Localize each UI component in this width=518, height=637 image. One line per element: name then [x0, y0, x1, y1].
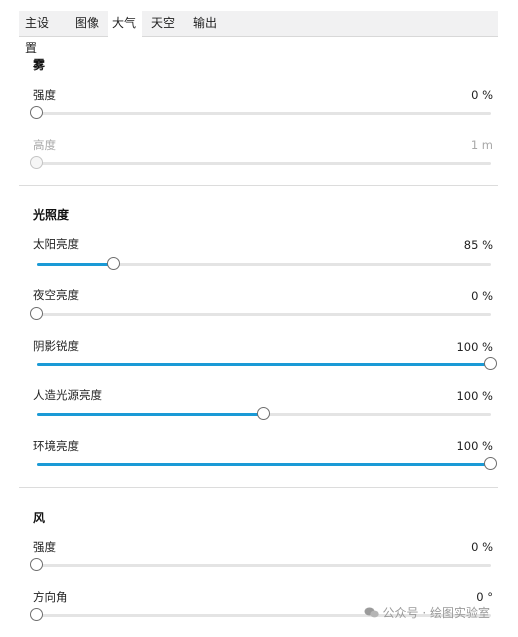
- tab-atmosphere[interactable]: 大气: [108, 11, 142, 37]
- ambient-brightness-slider-fill: [37, 463, 491, 466]
- fog-height-slider: [30, 156, 491, 169]
- wind-section-title: 风: [33, 511, 46, 525]
- wechat-icon: [364, 607, 379, 618]
- fog-strength-label: 强度: [33, 88, 56, 102]
- artificial-light-brightness-slider[interactable]: [37, 407, 491, 420]
- artificial-light-brightness-slider-thumb[interactable]: [257, 407, 270, 420]
- tab-sky[interactable]: 天空: [147, 11, 181, 36]
- wind-direction-slider-thumb[interactable]: [30, 608, 43, 621]
- artificial-light-brightness-value: 100 %: [456, 389, 493, 403]
- shadow-sharpness-value: 100 %: [456, 340, 493, 354]
- shadow-sharpness-slider-fill: [37, 363, 491, 366]
- ambient-brightness-label: 环境亮度: [33, 439, 79, 453]
- shadow-sharpness-slider-thumb[interactable]: [484, 357, 497, 370]
- artificial-light-brightness-label: 人造光源亮度: [33, 388, 102, 402]
- tab-main-settings[interactable]: 主设置: [21, 11, 63, 55]
- fog-section-title: 雾: [33, 58, 46, 72]
- wind-strength-slider-thumb[interactable]: [30, 558, 43, 571]
- tab-output[interactable]: 输出: [189, 11, 223, 36]
- ambient-brightness-slider[interactable]: [37, 457, 497, 470]
- fog-strength-slider-thumb[interactable]: [30, 106, 43, 119]
- watermark-text: 公众号 · 绘图实验室: [382, 606, 490, 620]
- shadow-sharpness-label: 阴影锐度: [33, 339, 79, 353]
- night-sky-brightness-slider[interactable]: [30, 307, 491, 320]
- sun-brightness-label: 太阳亮度: [33, 237, 79, 251]
- tab-bar: 主设置 图像 大气 天空 输出: [19, 11, 498, 55]
- artificial-light-brightness-slider-fill: [37, 413, 264, 416]
- ambient-brightness-value: 100 %: [456, 439, 493, 453]
- section-divider: [19, 487, 498, 488]
- night-sky-brightness-label: 夜空亮度: [33, 288, 79, 302]
- night-sky-brightness-slider-thumb[interactable]: [30, 307, 43, 320]
- fog-height-slider-thumb: [30, 156, 43, 169]
- fog-height-label: 高度: [33, 138, 56, 152]
- wind-strength-label: 强度: [33, 540, 56, 554]
- fog-strength-slider[interactable]: [30, 106, 491, 119]
- fog-strength-value: 0 %: [471, 88, 493, 102]
- sun-brightness-slider-fill: [37, 263, 115, 266]
- wind-strength-value: 0 %: [471, 540, 493, 554]
- shadow-sharpness-slider[interactable]: [37, 357, 497, 370]
- wind-strength-slider[interactable]: [30, 558, 491, 571]
- sun-brightness-value: 85 %: [463, 238, 493, 252]
- watermark: 公众号 · 绘图实验室: [364, 604, 490, 621]
- ambient-brightness-slider-thumb[interactable]: [484, 457, 497, 470]
- tab-image[interactable]: 图像: [71, 11, 103, 36]
- wind-direction-label: 方向角: [33, 590, 68, 604]
- lighting-section-title: 光照度: [33, 208, 70, 222]
- section-divider: [19, 185, 498, 186]
- fog-height-value: 1 m: [470, 138, 493, 152]
- sun-brightness-slider[interactable]: [37, 257, 491, 270]
- night-sky-brightness-value: 0 %: [471, 289, 493, 303]
- sun-brightness-slider-thumb[interactable]: [107, 257, 121, 270]
- wind-direction-value: 0 °: [476, 590, 493, 604]
